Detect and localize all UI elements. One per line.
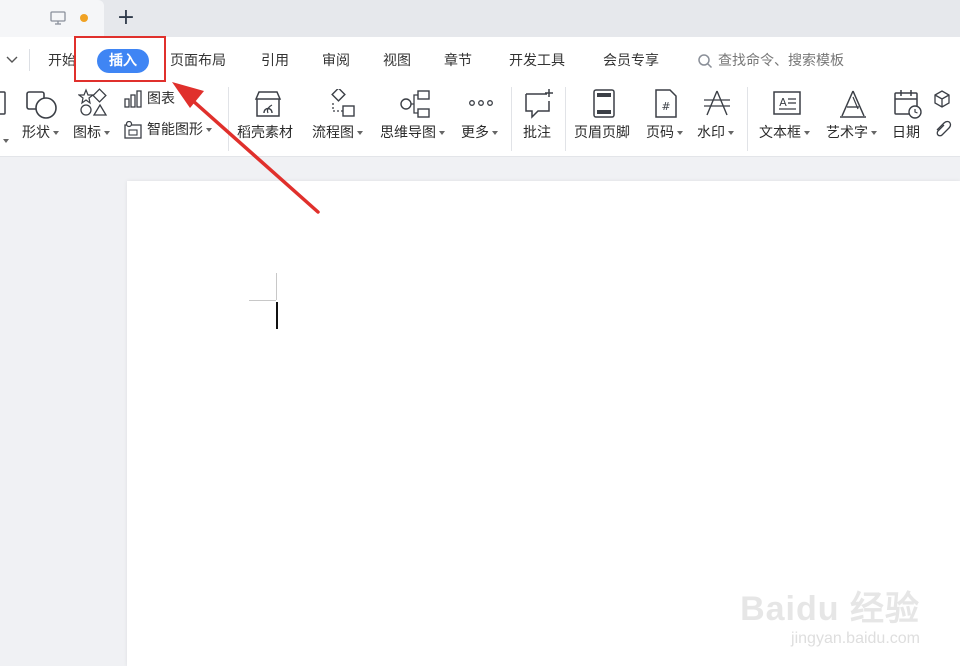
- tab-developer[interactable]: 开发工具: [509, 49, 565, 73]
- material-button[interactable]: 稻壳素材: [236, 87, 300, 147]
- material-label: 稻壳素材: [237, 125, 293, 141]
- watermark-brand: Baidu 经验: [740, 590, 920, 628]
- divider: [511, 87, 512, 151]
- page-number-icon: #: [655, 89, 677, 118]
- icon-label: 图标: [73, 125, 101, 141]
- text-cursor: [276, 302, 278, 329]
- date-label: 日期: [892, 125, 920, 141]
- header-footer-button[interactable]: 页眉页脚: [573, 87, 637, 147]
- tab-view[interactable]: 视图: [383, 49, 411, 73]
- date-button[interactable]: 日期: [891, 87, 927, 147]
- tab-review[interactable]: 审阅: [322, 49, 350, 73]
- page-number-button[interactable]: # 页码: [645, 87, 691, 147]
- divider: [747, 87, 748, 151]
- header-footer-label: 页眉页脚: [574, 125, 630, 141]
- mindmap-label: 思维导图: [380, 125, 436, 141]
- search-icon: [698, 54, 713, 69]
- shape-label: 形状: [22, 125, 50, 141]
- icon-button[interactable]: 图标: [72, 87, 116, 147]
- svg-text:A: A: [779, 96, 787, 109]
- svg-text:#: #: [661, 100, 670, 113]
- flowchart-button[interactable]: 流程图: [311, 87, 371, 147]
- more-dots-icon: [469, 100, 493, 106]
- tab-page-layout[interactable]: 页面布局: [170, 49, 226, 73]
- tab-sections[interactable]: 章节: [444, 49, 472, 73]
- bar-chart-icon: [124, 90, 142, 108]
- wordart-button[interactable]: 艺术字: [825, 87, 885, 147]
- watermark-url: jingyan.baidu.com: [791, 630, 920, 647]
- icons-icon: [78, 88, 108, 116]
- watermark-icon: [704, 90, 730, 116]
- tab-strip: +: [0, 0, 960, 37]
- tab-member[interactable]: 会员专享: [603, 49, 659, 73]
- comment-icon: [525, 89, 553, 119]
- watermark-logo: Baidu 经验 jingyan.baidu.com: [740, 581, 920, 648]
- highlight-box: [74, 36, 166, 82]
- textbox-icon: A: [773, 91, 801, 115]
- command-search[interactable]: 查找命令、搜索模板: [697, 50, 844, 72]
- margin-marker-vertical: [276, 273, 277, 300]
- store-icon: [254, 91, 282, 117]
- flowchart-label: 流程图: [312, 125, 354, 141]
- textbox-label: 文本框: [759, 125, 801, 141]
- divider: [29, 49, 30, 71]
- textbox-button[interactable]: A 文本框: [758, 87, 818, 147]
- more-label: 更多: [461, 125, 489, 141]
- chart-label: 图表: [147, 91, 175, 107]
- comment-button[interactable]: 批注: [520, 87, 560, 147]
- attachment-icon[interactable]: [933, 120, 960, 140]
- mindmap-button[interactable]: 思维导图: [379, 87, 455, 147]
- smartart-icon: [124, 121, 142, 139]
- calendar-icon: [894, 90, 922, 119]
- watermark-button[interactable]: 水印: [696, 87, 742, 147]
- partial-caret: [0, 130, 9, 149]
- tab-references[interactable]: 引用: [261, 49, 289, 73]
- tab-home[interactable]: 开始: [48, 49, 76, 73]
- search-placeholder: 查找命令、搜索模板: [718, 53, 844, 69]
- chevron-down-icon[interactable]: [5, 52, 19, 66]
- unsaved-indicator: [80, 14, 88, 22]
- shape-button[interactable]: 形状: [20, 87, 64, 147]
- smartart-button[interactable]: 智能图形: [123, 120, 223, 142]
- partial-tool-icon[interactable]: [0, 90, 8, 116]
- watermark-label: 水印: [697, 125, 725, 141]
- shape-icon: [26, 91, 57, 119]
- more-button[interactable]: 更多: [460, 87, 504, 147]
- monitor-icon: [50, 11, 66, 25]
- object-icon[interactable]: [933, 89, 960, 109]
- divider: [228, 87, 229, 151]
- page-number-label: 页码: [646, 125, 674, 141]
- mindmap-icon: [400, 90, 430, 118]
- flowchart-icon: [331, 89, 355, 117]
- header-footer-icon: [593, 89, 615, 118]
- chart-button[interactable]: 图表: [123, 89, 181, 111]
- divider: [565, 87, 566, 151]
- wordart-icon: [840, 90, 866, 118]
- margin-marker-horizontal: [249, 300, 276, 301]
- new-tab-button[interactable]: +: [116, 6, 136, 30]
- smartart-label: 智能图形: [147, 122, 203, 138]
- comment-label: 批注: [523, 125, 551, 141]
- wordart-label: 艺术字: [826, 125, 868, 141]
- document-tab[interactable]: [0, 0, 104, 37]
